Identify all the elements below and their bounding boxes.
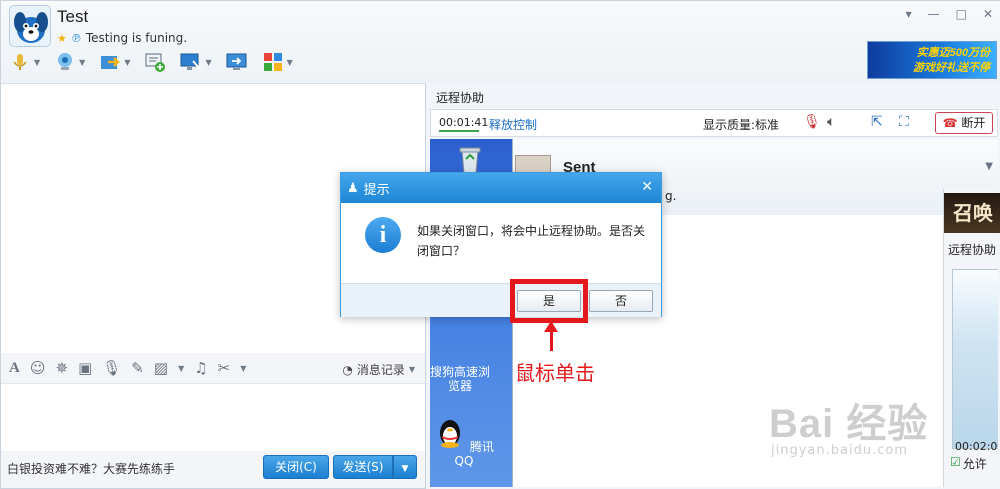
message-history-button[interactable]: ◔ 消息记录 ▼ xyxy=(342,361,415,378)
voice-message-icon[interactable]: 🎙︎ xyxy=(102,359,121,377)
watermark-main: Bai 经验 xyxy=(769,402,929,446)
qq-status-icon: ℗ xyxy=(70,31,82,45)
dialog-close-icon[interactable]: ✕ xyxy=(641,179,653,195)
screen-share-icon xyxy=(226,53,247,70)
message-input[interactable] xyxy=(1,383,425,451)
speaker-icon[interactable]: 🔈︎ xyxy=(827,114,835,130)
desktop-icon-browser-label: 搜狗高速浏览器 xyxy=(430,365,491,393)
ad-banner-line2: 游戏好礼送不停 xyxy=(913,62,990,74)
close-icon[interactable]: ✕ xyxy=(983,7,993,21)
nudge-icon[interactable]: ✵ xyxy=(55,359,68,377)
game-ad-banner[interactable]: 实惠迈500万份 游戏好礼送不停 xyxy=(867,41,997,79)
microphone-icon xyxy=(13,54,27,70)
webcam-icon xyxy=(58,53,73,70)
chevron-down-icon: ▼ xyxy=(124,57,131,67)
baidu-watermark: Bai 经验 jingyan.baidu.com xyxy=(769,381,999,481)
remote-side-title: 远程协助 xyxy=(948,243,997,257)
chevron-down-icon: ▼ xyxy=(79,57,86,67)
video-message-icon[interactable]: ▣ xyxy=(78,359,92,377)
star-icon: ★ xyxy=(57,31,67,45)
edit-icon[interactable]: ✎ xyxy=(131,359,144,377)
dialog-message: 如果关闭窗口，将会中止远程协助。是否关闭窗口？ xyxy=(417,224,646,258)
annotation-caption: 鼠标单击 xyxy=(515,361,595,385)
signature-text: Testing is funing. xyxy=(85,31,188,45)
send-button[interactable]: 发送(S) xyxy=(333,455,393,479)
folder-transfer-icon xyxy=(101,56,121,69)
music-icon[interactable]: ♫ xyxy=(194,359,207,377)
chevron-down-icon: ▼ xyxy=(286,57,293,67)
remote-control-bar: 00:01:41 释放控制 显示质量:标准 🎙︎ 🔈︎ ⇱ ⛶ ☎ 断开 xyxy=(430,109,998,137)
hangup-icon: ☎ xyxy=(942,116,958,130)
chevron-down-icon[interactable]: ▼ xyxy=(178,364,184,373)
create-group-button[interactable] xyxy=(144,51,166,73)
recycle-bin-icon-image xyxy=(459,147,481,174)
disconnect-button[interactable]: ☎ 断开 xyxy=(935,112,993,134)
window-controls: ▾ — □ ✕ xyxy=(906,7,993,21)
remote-desktop-icon xyxy=(180,53,202,70)
chevron-down-icon: ▼ xyxy=(408,365,415,374)
send-options-button[interactable]: ▼ xyxy=(393,455,417,479)
desktop-icon-browser[interactable]: 搜狗高速浏览器 xyxy=(430,365,490,393)
desktop-icon-qq[interactable]: 腾讯QQ xyxy=(434,417,494,468)
remote-dropdown-icon[interactable]: ▼ xyxy=(985,161,993,172)
elapsed-time: 00:01:41 xyxy=(439,116,489,129)
chevron-down-icon: ▼ xyxy=(401,464,409,474)
confirm-dialog: ♟ 提示 ✕ i 如果关闭窗口，将会中止远程协助。是否关闭窗口？ 是 否 xyxy=(340,172,662,317)
chat-window: Test ★ ℗ Testing is funing. ▾ — □ ✕ ▼ ▼ … xyxy=(0,0,1000,489)
chevron-down-icon: ▼ xyxy=(205,57,212,67)
penguin-icon xyxy=(440,420,461,448)
chevron-down-icon[interactable]: ▼ xyxy=(240,364,246,373)
apps-button[interactable]: ▼ xyxy=(262,51,293,73)
share-screen-button[interactable] xyxy=(226,51,248,73)
no-button[interactable]: 否 xyxy=(589,290,653,312)
qq-penguin-icon: ♟ xyxy=(347,180,359,196)
minimize-icon[interactable]: — xyxy=(928,7,940,21)
history-label: 消息记录 xyxy=(356,363,405,377)
release-control-link[interactable]: 释放控制 xyxy=(489,116,537,133)
apps-grid-icon xyxy=(263,53,282,71)
fullscreen-icon[interactable]: ⛶ xyxy=(899,114,909,130)
display-quality-label[interactable]: 显示质量:标准 xyxy=(703,116,779,133)
promo-link[interactable]: 白银投资难不难？大赛先练练手 xyxy=(7,460,175,477)
chevron-down-icon: ▼ xyxy=(34,57,41,67)
menu-dropdown-icon[interactable]: ▾ xyxy=(906,7,912,21)
ad-banner-line1: 实惠迈500万份 xyxy=(916,47,990,59)
voice-call-button[interactable]: ▼ xyxy=(9,51,40,73)
annotation-arrow xyxy=(550,323,553,351)
remote-game-ad: 召唤 xyxy=(944,193,1000,233)
chat-toolbar: ▼ ▼ ▼ ▼ ▼ xyxy=(9,51,293,73)
chat-header: Test ★ ℗ Testing is funing. ▾ — □ ✕ ▼ ▼ … xyxy=(1,1,1000,83)
remote-panel-title: 远程协助 xyxy=(436,91,485,105)
screenshot-scissors-icon[interactable]: ✂ xyxy=(218,359,231,377)
add-chat-icon xyxy=(145,53,166,72)
contact-name: Test xyxy=(57,7,89,26)
signature-row: ★ ℗ Testing is funing. xyxy=(57,31,187,45)
font-icon[interactable]: A xyxy=(9,360,20,377)
clock-icon: ◔ xyxy=(342,362,353,377)
dialog-title: 提示 xyxy=(363,182,390,198)
dialog-body: i 如果关闭窗口，将会中止远程协助。是否关闭窗口？ xyxy=(341,203,661,283)
dialog-titlebar: ♟ 提示 ✕ xyxy=(341,173,661,203)
close-button[interactable]: 关闭(C) xyxy=(263,455,329,479)
input-toolbar: A ☺ ✵ ▣ 🎙︎ ✎ ▨ ▼ ♫ ✂ ▼ ◔ 消息记录 ▼ xyxy=(1,353,425,383)
popout-icon[interactable]: ⇱ xyxy=(871,114,883,130)
dialog-footer: 是 否 xyxy=(341,283,661,317)
ad-banner-text: 实惠迈500万份 游戏好礼送不停 xyxy=(913,46,990,76)
mic-mute-icon[interactable]: 🎙︎ xyxy=(803,114,821,130)
file-transfer-button[interactable]: ▼ xyxy=(99,51,130,73)
annotation-highlight-box xyxy=(510,279,588,323)
remote-assist-button[interactable]: ▼ xyxy=(180,51,212,73)
image-icon[interactable]: ▨ xyxy=(154,359,168,377)
remote-signature-fragment: g. xyxy=(665,189,677,203)
dog-avatar-icon xyxy=(14,12,48,43)
watermark-url: jingyan.baidu.com xyxy=(771,443,908,458)
emoji-icon[interactable]: ☺ xyxy=(30,359,46,377)
maximize-icon[interactable]: □ xyxy=(956,7,967,21)
disconnect-label: 断开 xyxy=(961,116,986,130)
info-icon: i xyxy=(365,217,401,253)
time-progress-line xyxy=(439,130,479,132)
video-call-button[interactable]: ▼ xyxy=(54,51,85,73)
contact-avatar[interactable] xyxy=(9,5,51,47)
bottom-bar: 白银投资难不难？大赛先练练手 关闭(C) 发送(S) ▼ xyxy=(1,451,425,489)
